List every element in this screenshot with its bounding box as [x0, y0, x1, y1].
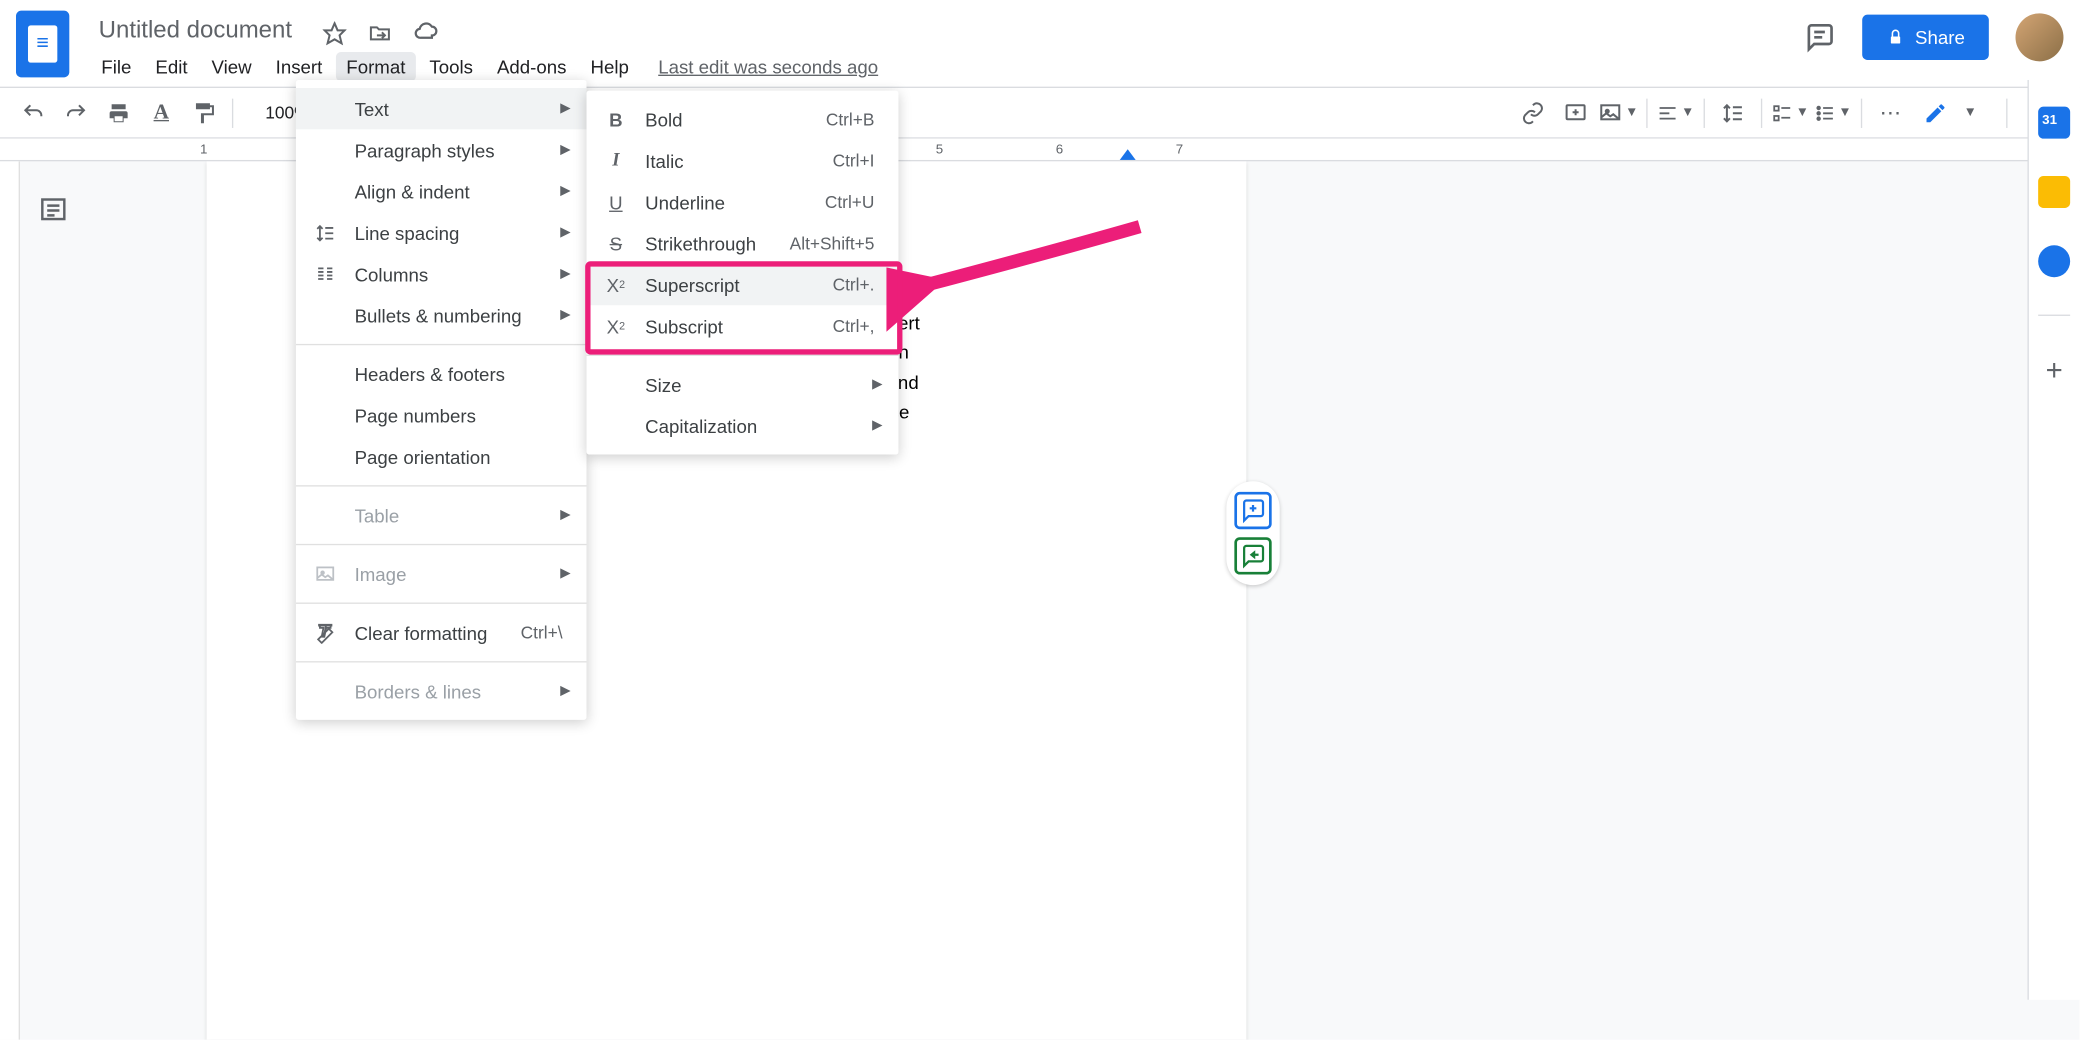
shortcut-label: Ctrl+U [825, 192, 875, 212]
ruler-mark: 1 [200, 142, 207, 157]
tasks-app-icon[interactable] [2038, 245, 2070, 277]
image-icon [312, 561, 339, 588]
docs-logo-icon[interactable] [16, 11, 69, 78]
star-icon[interactable] [321, 19, 348, 46]
bold-icon: B [603, 106, 630, 133]
add-comment-button[interactable] [1556, 94, 1596, 131]
ruler-mark: 6 [1056, 142, 1063, 157]
format-align-indent[interactable]: Align & indent▶ [296, 171, 587, 212]
comment-history-icon[interactable] [1803, 21, 1835, 53]
align-button[interactable]: ▼ [1656, 94, 1696, 131]
redo-button[interactable] [56, 94, 96, 131]
more-button[interactable]: ⋯ [1870, 94, 1910, 131]
paint-format-button[interactable] [184, 94, 224, 131]
print-button[interactable] [99, 94, 139, 131]
text-bold[interactable]: B Bold Ctrl+B [587, 99, 899, 140]
document-title[interactable]: Untitled document [91, 11, 300, 50]
underline-icon: U [603, 189, 630, 216]
chevron-down-icon: ▼ [1964, 105, 1977, 120]
menu-edit[interactable]: Edit [145, 52, 198, 81]
format-page-numbers[interactable]: Page numbers [296, 395, 587, 436]
menu-view[interactable]: View [201, 52, 262, 81]
text-underline[interactable]: U Underline Ctrl+U [587, 181, 899, 222]
format-table: Table▶ [296, 495, 587, 536]
format-paragraph-styles[interactable]: Paragraph styles▶ [296, 129, 587, 170]
format-bullets-numbering[interactable]: Bullets & numbering▶ [296, 295, 587, 336]
columns-icon [312, 261, 339, 288]
editing-mode-button[interactable]: ▼ [1913, 95, 1988, 130]
format-menu-dropdown: Text▶ Paragraph styles▶ Align & indent▶ … [296, 80, 587, 720]
clear-format-icon [312, 619, 339, 646]
shortcut-label: Ctrl+\ [521, 623, 563, 643]
shortcut-label: Ctrl+B [826, 109, 875, 129]
text-size[interactable]: Size▶ [587, 364, 899, 405]
lock-icon [1886, 28, 1905, 47]
format-line-spacing[interactable]: Line spacing▶ [296, 212, 587, 253]
italic-icon: I [603, 147, 630, 174]
share-label: Share [1915, 27, 1965, 48]
insert-link-button[interactable] [1513, 94, 1553, 131]
shortcut-label: Alt+Shift+5 [790, 233, 875, 253]
menu-addons[interactable]: Add-ons [486, 52, 577, 81]
vertical-ruler[interactable] [0, 161, 20, 1039]
pen-icon [1924, 101, 1948, 125]
format-image: Image▶ [296, 553, 587, 594]
move-icon[interactable] [367, 19, 394, 46]
menu-tools[interactable]: Tools [419, 52, 484, 81]
text-strikethrough[interactable]: S Strikethrough Alt+Shift+5 [587, 223, 899, 264]
format-columns[interactable]: Columns▶ [296, 253, 587, 294]
insert-image-button[interactable]: ▼ [1598, 94, 1638, 131]
menu-help[interactable]: Help [580, 52, 640, 81]
ruler-mark: 7 [1176, 142, 1183, 157]
last-edit-link[interactable]: Last edit was seconds ago [658, 56, 878, 77]
format-clear-formatting[interactable]: Clear formatting Ctrl+\ [296, 612, 587, 653]
text-italic[interactable]: I Italic Ctrl+I [587, 140, 899, 181]
undo-button[interactable] [13, 94, 53, 131]
keep-app-icon[interactable] [2038, 176, 2070, 208]
cloud-status-icon[interactable] [412, 19, 439, 46]
text-capitalization[interactable]: Capitalization▶ [587, 405, 899, 446]
line-spacing-icon [312, 219, 339, 246]
checklist-button[interactable]: ▼ [1770, 94, 1810, 131]
side-panel: + [2027, 80, 2079, 1000]
format-headers-footers[interactable]: Headers & footers [296, 353, 587, 394]
menu-format[interactable]: Format [336, 52, 416, 81]
format-borders-lines: Borders & lines▶ [296, 670, 587, 711]
calendar-app-icon[interactable] [2038, 107, 2070, 139]
strikethrough-icon: S [603, 230, 630, 257]
shortcut-label: Ctrl+I [833, 151, 875, 171]
annotation-arrow [886, 213, 1153, 333]
menu-file[interactable]: File [91, 52, 142, 81]
annotation-highlight [585, 261, 902, 354]
account-avatar[interactable] [2015, 13, 2063, 61]
add-comment-pill[interactable] [1234, 492, 1271, 529]
format-text[interactable]: Text▶ [296, 88, 587, 129]
spellcheck-button[interactable]: A [141, 94, 181, 131]
right-indent-marker[interactable] [1120, 149, 1136, 160]
bulleted-list-button[interactable]: ▼ [1813, 94, 1853, 131]
add-addon-button[interactable]: + [2046, 353, 2063, 388]
share-button[interactable]: Share [1862, 15, 1989, 60]
suggest-edits-pill[interactable] [1234, 537, 1271, 574]
line-spacing-button[interactable] [1713, 94, 1753, 131]
document-outline-button[interactable] [32, 188, 75, 231]
menu-insert[interactable]: Insert [265, 52, 333, 81]
format-page-orientation[interactable]: Page orientation [296, 436, 587, 477]
ruler-mark: 5 [936, 142, 943, 157]
